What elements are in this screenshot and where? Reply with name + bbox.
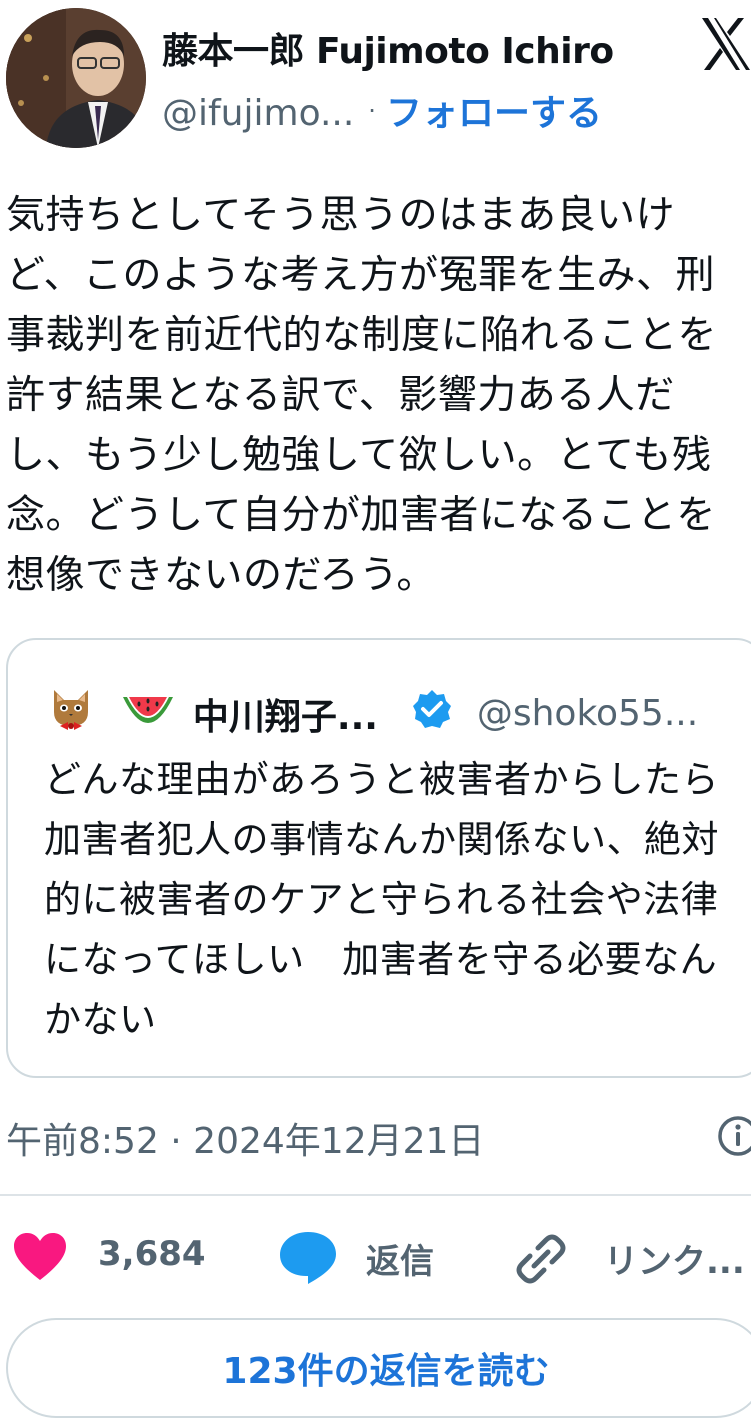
- quoted-author-handle[interactable]: @shoko55...: [477, 693, 698, 734]
- watermelon-icon: [121, 689, 175, 738]
- like-count[interactable]: 3,684: [98, 1234, 206, 1274]
- read-replies-button[interactable]: 123件の返信を読む: [6, 1318, 751, 1418]
- quoted-author-name[interactable]: 中川翔子...: [193, 697, 378, 738]
- verified-badge-icon: [411, 688, 453, 739]
- avatar[interactable]: [6, 8, 146, 148]
- separator-dot: ·: [368, 97, 376, 125]
- tweet-text: 気持ちとしてそう思うのはまあ良いけど、このような考え方が冤罪を生み、刑事裁判を前…: [6, 193, 718, 598]
- author-handle[interactable]: @ifujimo...: [162, 93, 354, 134]
- follow-button[interactable]: フォローする: [386, 93, 602, 134]
- author-display-name[interactable]: 藤本一郎 Fujimoto Ichiro: [162, 22, 614, 74]
- info-icon[interactable]: [716, 1114, 751, 1162]
- reply-bubble-icon[interactable]: [278, 1230, 338, 1290]
- divider: [0, 1194, 751, 1196]
- tweet-timestamp[interactable]: 午前8:52 · 2024年12月21日: [6, 1112, 484, 1164]
- heart-icon[interactable]: [12, 1232, 68, 1286]
- reply-button[interactable]: 返信: [366, 1234, 434, 1283]
- quoted-tweet-header: 中川翔子... @shoko55...: [48, 686, 698, 738]
- link-icon[interactable]: [514, 1232, 568, 1290]
- x-logo-icon[interactable]: [700, 12, 751, 76]
- quoted-tweet-card[interactable]: 中川翔子... @shoko55... どんな理由があろうと被害者からしたら加害…: [6, 638, 751, 1078]
- author-handle-row: @ifujimo... · フォローする: [162, 84, 602, 136]
- quoted-tweet-text: どんな理由があろうと被害者からしたら加害者犯人の事情なんか関係ない、絶対的に被害…: [44, 758, 719, 1041]
- copy-link-button[interactable]: リンク...: [604, 1234, 745, 1283]
- cat-face-with-bowtie-icon: [48, 686, 94, 741]
